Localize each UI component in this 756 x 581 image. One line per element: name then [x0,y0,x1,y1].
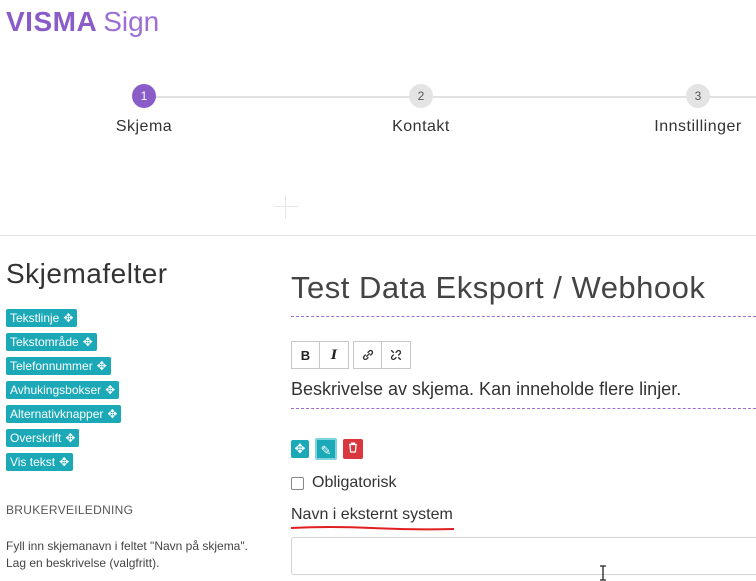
trash-icon[interactable] [343,439,363,459]
bold-button[interactable]: B [291,341,320,369]
field-telefonnummer[interactable]: Telefonnummer ✥ [6,357,111,375]
move-icon: ✥ [59,455,70,469]
wizard-stepper: 1 Skjema 2 Kontakt 3 Innstillinger [0,84,756,144]
trash-glyph [349,442,357,453]
move-icon: ✥ [63,311,74,325]
unlink-icon [390,349,402,361]
move-icon: ✥ [96,359,107,373]
visma-sign-logo: VISMA Sign [6,5,159,39]
red-annotation-underline [290,526,455,531]
logo-bold-text: VISMA [6,6,98,37]
link-icon [362,349,373,361]
required-label: Obligatorisk [312,474,397,491]
field-overskrift[interactable]: Overskrift ✥ [6,429,80,447]
title-dashed-underline [291,316,756,317]
field-label: Vis tekst [10,455,56,469]
field-tekstlinje[interactable]: Tekstlinje ✥ [6,309,78,327]
external-system-label: Navn i eksternt system [291,506,453,523]
section-divider [0,235,756,236]
form-description[interactable]: Beskrivelse av skjema. Kan inneholde fle… [291,379,681,400]
move-icon: ✥ [82,335,93,349]
logo-light-text: Sign [103,6,160,37]
field-tekstomrade[interactable]: Tekstområde ✥ [6,333,97,351]
user-guide-title: BRUKERVEILEDNING [6,503,134,517]
user-guide-text: Fyll inn skjemanavn i feltet "Navn på sk… [6,539,248,570]
bold-icon: B [300,347,311,363]
step-number: 3 [686,84,710,108]
field-actions: ✥ ✎ [291,438,363,460]
step-label: Skjema [115,118,173,135]
sidebar-title: Skjemafelter [6,258,168,289]
plus-icon [274,195,298,219]
field-vis-tekst[interactable]: Vis tekst ✥ [6,453,74,471]
step-label: Innstillinger [654,118,742,135]
pencil-icon[interactable]: ✎ [315,438,337,460]
step-number: 1 [132,84,156,108]
field-avhukingsbokser[interactable]: Avhukingsbokser ✥ [6,381,120,399]
field-palette: Tekstlinje ✥ Tekstområde ✥ Telefonnummer ✥ … [6,309,122,477]
step-label: Kontakt [392,118,450,135]
field-label: Overskrift [10,431,62,445]
italic-icon: I [330,347,338,363]
field-alternativknapper[interactable]: Alternativknapper ✥ [6,405,122,423]
step-innstillinger[interactable]: 3 Innstillinger [628,84,756,136]
external-system-input[interactable] [291,537,756,575]
text-cursor-icon [600,565,606,581]
step-kontakt[interactable]: 2 Kontakt [351,84,491,136]
description-dashed-underline [291,408,756,409]
unlink-button[interactable] [382,341,411,369]
required-option: Obligatorisk [291,474,396,492]
field-label: Alternativknapper [10,407,104,421]
move-icon: ✥ [105,383,116,397]
link-button[interactable] [353,341,382,369]
step-skjema[interactable]: 1 Skjema [74,84,214,136]
form-title[interactable]: Test Data Eksport / Webhook [291,270,705,306]
step-number: 2 [409,84,433,108]
field-label: Tekstlinje [10,311,60,325]
move-icon[interactable]: ✥ [291,440,309,458]
text-format-toolbar: B I [291,341,415,369]
field-label: Tekstområde [10,335,79,349]
italic-button[interactable]: I [320,341,349,369]
move-icon: ✥ [65,431,76,445]
required-checkbox[interactable] [291,476,304,490]
field-label: Avhukingsbokser [10,383,102,397]
move-icon: ✥ [107,407,118,421]
field-label: Telefonnummer [10,359,93,373]
